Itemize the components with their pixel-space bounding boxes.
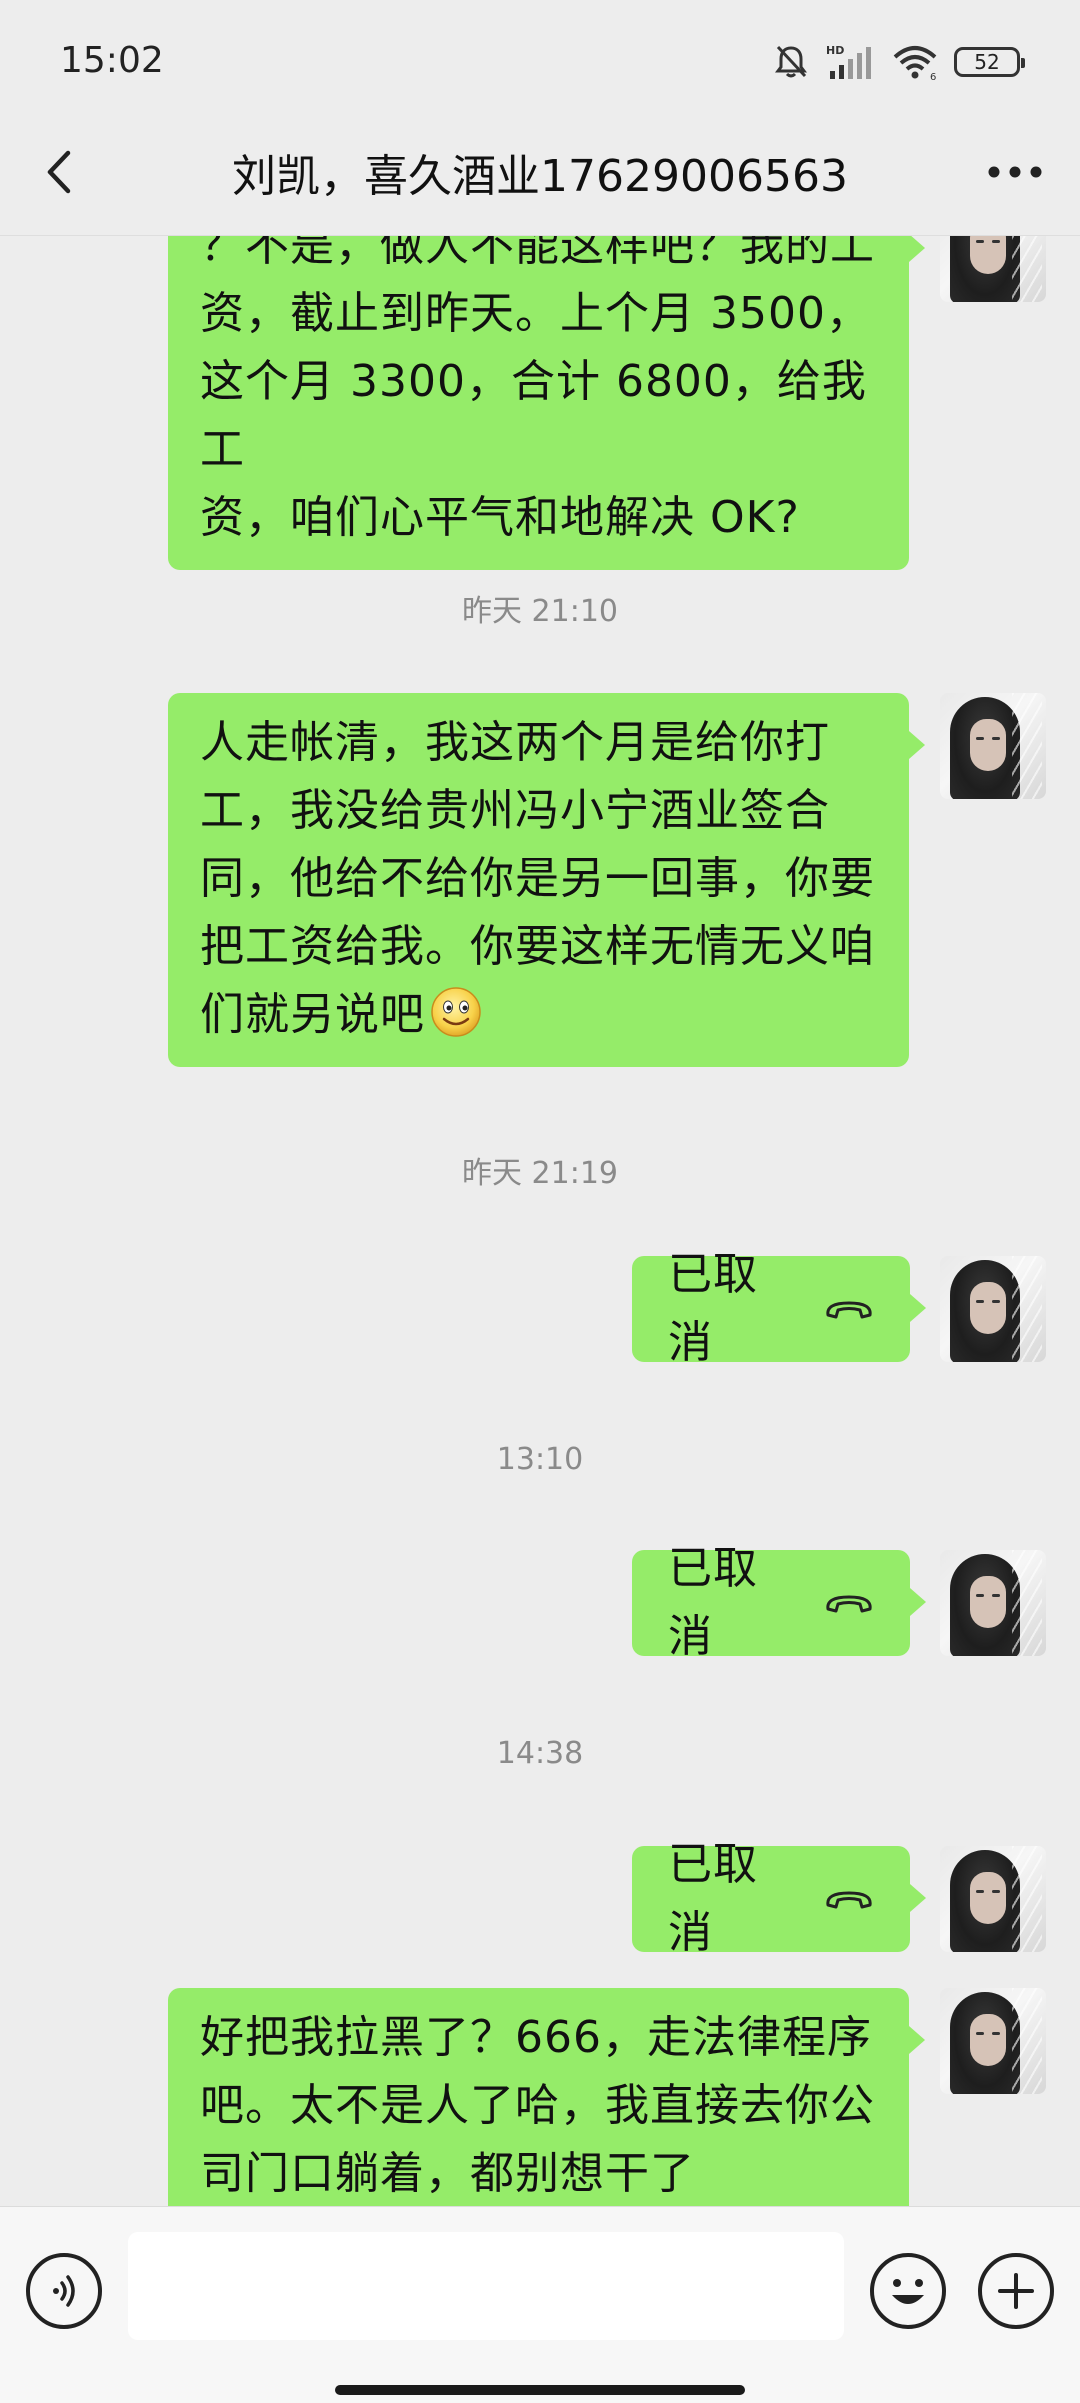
message-bubble[interactable]: 人走帐清，我这两个月是给你打 工，我没给贵州冯小宁酒业签合 同，他给不给你是另一…	[168, 693, 925, 1067]
chat-header: 刘凯，喜久酒业17629006563	[0, 120, 1080, 236]
input-bar	[0, 2206, 1080, 2403]
voice-button[interactable]	[26, 2253, 102, 2329]
smile-emoji	[431, 987, 481, 1037]
message-line: 资，咱们心平气和地解决 OK?	[200, 492, 800, 543]
call-status-label: 已取消	[668, 1839, 758, 1958]
phone-hangup-icon	[824, 1297, 874, 1321]
more-button[interactable]	[980, 142, 1050, 202]
message-line: 人走帐清，我这两个月是给你打	[200, 717, 830, 768]
message-line: 这个月 3300，合计 6800，给我工	[200, 356, 867, 475]
message-bubble[interactable]: ？不是，做人不能这样吧？我的工 资，截止到昨天。上个月 3500， 这个月 33…	[168, 236, 925, 570]
phone-hangup-icon	[824, 1591, 874, 1615]
call-record-bubble[interactable]: 已取消	[632, 1839, 926, 1958]
svg-text:HD: HD	[826, 44, 844, 57]
timestamp: 14:38	[496, 1736, 584, 1771]
message-list[interactable]: ？不是，做人不能这样吧？我的工 资，截止到昨天。上个月 3500， 这个月 33…	[0, 236, 1080, 2206]
message-line: 同，他给不给你是另一回事，你要	[200, 853, 875, 904]
chat-screen: 15:02 HD 6 52 刘凯，喜久酒业17629006563 ？不是，做人不…	[0, 0, 1080, 2403]
timestamp: 昨天 21:10	[462, 594, 618, 629]
plus-button[interactable]	[978, 2253, 1054, 2329]
status-bar: 15:02 HD 6 52	[0, 0, 1080, 120]
message-line: 吧。太不是人了哈，我直接去你公	[200, 2080, 875, 2131]
svg-text:6: 6	[930, 72, 936, 81]
bell-muted-icon	[772, 43, 810, 81]
more-dots-icon	[988, 166, 1042, 178]
back-button[interactable]	[30, 142, 90, 202]
emoji-icon	[892, 2279, 924, 2304]
status-time: 15:02	[60, 40, 164, 81]
wifi-icon: 6	[892, 43, 938, 81]
status-icons: HD 6 52	[772, 42, 1025, 82]
emoji-button[interactable]	[870, 2253, 946, 2329]
chevron-left-icon	[47, 150, 71, 194]
avatar[interactable]	[940, 1256, 1046, 1362]
avatar[interactable]	[940, 1988, 1046, 2094]
message-line: 司门口躺着，都别想干了	[200, 2148, 695, 2199]
timestamp: 昨天 21:19	[462, 1156, 618, 1191]
call-status-label: 已取消	[668, 1249, 758, 1368]
hd-signal-icon: HD	[826, 43, 876, 81]
message-bubble[interactable]: 好把我拉黑了？666，走法律程序 吧。太不是人了哈，我直接去你公 司门口躺着，都…	[168, 1988, 925, 2206]
avatar[interactable]	[940, 693, 1046, 799]
plus-icon	[998, 2273, 1034, 2309]
timestamp: 13:10	[496, 1442, 584, 1477]
avatar[interactable]	[940, 236, 1046, 302]
message-line: ？不是，做人不能这样吧？我的工	[200, 236, 875, 271]
message-line: 们就另说吧	[200, 981, 879, 1049]
home-indicator[interactable]	[335, 2385, 745, 2395]
call-status-label: 已取消	[668, 1543, 758, 1662]
phone-hangup-icon	[824, 1887, 874, 1911]
battery-icon: 52	[954, 47, 1025, 77]
call-record-bubble[interactable]: 已取消	[632, 1543, 926, 1662]
message-line: 资，截止到昨天。上个月 3500，	[200, 288, 871, 339]
message-line: 好把我拉黑了？666，走法律程序	[200, 2012, 872, 2063]
avatar[interactable]	[940, 1846, 1046, 1952]
message-line: 把工资给我。你要这样无情无义咱	[200, 921, 875, 972]
message-input[interactable]	[128, 2232, 844, 2340]
chat-title: 刘凯，喜久酒业17629006563	[232, 151, 848, 202]
call-record-bubble[interactable]: 已取消	[632, 1249, 926, 1368]
avatar[interactable]	[940, 1550, 1046, 1656]
message-text: 们就另说吧	[200, 989, 425, 1040]
message-line: 工，我没给贵州冯小宁酒业签合	[200, 785, 830, 836]
voice-icon	[53, 2275, 75, 2307]
